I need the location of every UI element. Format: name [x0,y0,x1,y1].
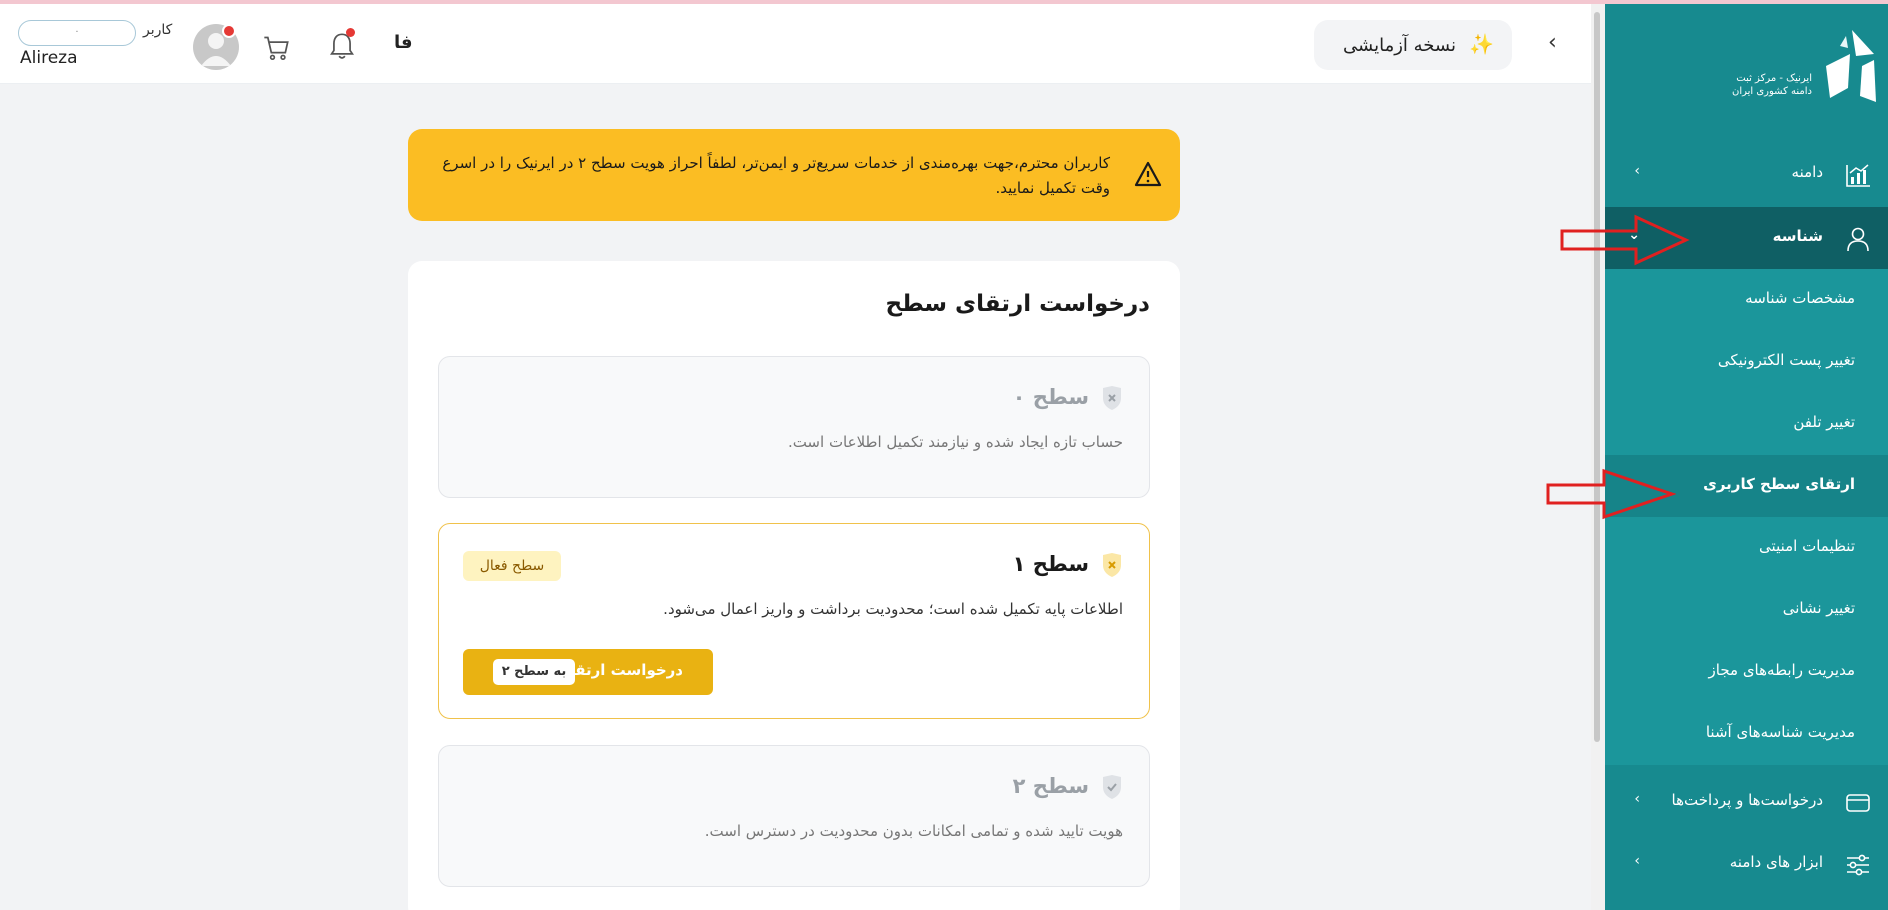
active-level-badge: سطح فعال [463,551,561,581]
chevron-right-icon: › [1634,853,1640,869]
level-upgrade-card: درخواست ارتقای سطح سطح ۰ حساب تازه ایجاد… [408,261,1180,910]
upgrade-request-button[interactable]: درخواست ارتقا به سطح ۲ [463,649,713,695]
notification-dot [346,28,355,37]
upgrade-button-label: درخواست ارتقا [569,661,683,679]
sidebar-scrollbar[interactable] [1591,4,1603,910]
sidebar-item-domain-tools[interactable]: ابزار های دامنه › [1605,833,1888,895]
annotation-arrow [1546,468,1676,520]
sidebar-subitem-change-email[interactable]: تغییر پست الکترونیکی [1605,331,1888,393]
language-switch[interactable]: فا [394,32,413,53]
scrollbar-thumb[interactable] [1594,12,1600,742]
sidebar-subitem-label: تغییر پست الکترونیکی [1717,351,1855,369]
sidebar-item-label: شناسه [1772,227,1823,245]
demo-version-label: نسخه آزمایشی [1343,35,1456,56]
sidebar-subitem-label: تنظیمات امنیتی [1759,537,1855,555]
shield-check-icon [1103,775,1121,799]
sidebar-subitem-change-address[interactable]: تغییر نشانی [1605,579,1888,641]
user-role-label: کاربر [143,22,173,38]
alert-message: کاربران محترم،جهت بهره‌مندی از خدمات سری… [442,154,1110,197]
sidebar-subitem-known-identities[interactable]: مدیریت شناسه‌های آشنا [1605,703,1888,765]
sidebar-item-label: دامنه [1791,163,1823,181]
sliders-icon [1847,854,1869,876]
sidebar: ایرنیک - مرکز ثبت دامنه کشوری ایران دامن… [1591,4,1888,910]
sidebar-subitem-label: تغییر نشانی [1782,599,1855,617]
user-name: Alireza [20,48,78,68]
card-icon [1846,794,1870,812]
page-title: درخواست ارتقای سطح [885,291,1150,317]
chevron-right-icon: › [1634,791,1640,807]
topbar: ‹ ✨ نسخه آزمایشی فا کاربر · Alireza [0,4,1594,84]
sidebar-subitem-security-settings[interactable]: تنظیمات امنیتی [1605,517,1888,579]
level-0-card: سطح ۰ حساب تازه ایجاد شده و نیازمند تکمی… [438,356,1150,498]
shield-x-icon [1103,553,1121,577]
logo-line-2: دامنه کشوری ایران [1731,86,1812,97]
logo-text: ایرنیک - مرکز ثبت دامنه کشوری ایران [1732,72,1812,98]
annotation-arrow [1560,214,1690,266]
cart-icon[interactable] [262,34,290,62]
verification-alert: کاربران محترم،جهت بهره‌مندی از خدمات سری… [408,129,1180,221]
sidebar-item-label: ابزار های دامنه [1729,853,1823,871]
collapse-sidebar-button[interactable]: ‹ [1548,30,1557,55]
chart-icon [1846,164,1870,187]
sidebar-item-domain[interactable]: دامنه › [1605,143,1888,205]
upgrade-target-chip: به سطح ۲ [493,659,575,685]
shield-x-icon [1103,386,1121,410]
user-field[interactable]: · [18,20,136,46]
level-description: اطلاعات پایه تکمیل شده است؛ محدودیت بردا… [663,600,1123,618]
sidebar-subitem-allowed-relations[interactable]: مدیریت رابطه‌های مجاز [1605,641,1888,703]
demo-version-pill[interactable]: ✨ نسخه آزمایشی [1314,20,1512,70]
sidebar-item-requests-payments[interactable]: درخواست‌ها و پرداخت‌ها › [1605,771,1888,833]
sidebar-subitem-label: تغییر تلفن [1793,413,1855,431]
irnic-logo[interactable]: ایرنیک - مرکز ثبت دامنه کشوری ایران [1718,26,1878,116]
avatar-status-dot [222,24,236,38]
sidebar-subitem-label: مشخصات شناسه [1745,289,1855,307]
level-1-card: سطح ۱ سطح فعال اطلاعات پایه تکمیل شده اس… [438,523,1150,719]
sidebar-subitem-label: مدیریت شناسه‌های آشنا [1705,723,1855,741]
sidebar-subitem-label: ارتقای سطح کاربری [1703,475,1855,493]
sidebar-subitem-change-phone[interactable]: تغییر تلفن [1605,393,1888,455]
level-name: سطح ۰ [1012,385,1089,409]
warning-icon [1134,161,1162,187]
level-description: هویت تایید شده و تمامی امکانات بدون محدو… [704,822,1123,840]
level-name: سطح ۱ [1012,552,1089,576]
sidebar-item-label: درخواست‌ها و پرداخت‌ها [1671,791,1823,809]
level-name: سطح ۲ [1012,774,1089,798]
irnic-logo-mark [1826,30,1876,102]
logo-line-1: ایرنیک - مرکز ثبت [1736,73,1812,84]
sidebar-subitem-identity-details[interactable]: مشخصات شناسه [1605,269,1888,331]
user-icon [1847,227,1869,252]
level-2-card: سطح ۲ هویت تایید شده و تمامی امکانات بدو… [438,745,1150,887]
sparkle-icon: ✨ [1469,32,1494,56]
level-description: حساب تازه ایجاد شده و نیازمند تکمیل اطلا… [787,433,1123,451]
chevron-right-icon: › [1634,163,1640,179]
sidebar-subitem-label: مدیریت رابطه‌های مجاز [1708,661,1855,679]
